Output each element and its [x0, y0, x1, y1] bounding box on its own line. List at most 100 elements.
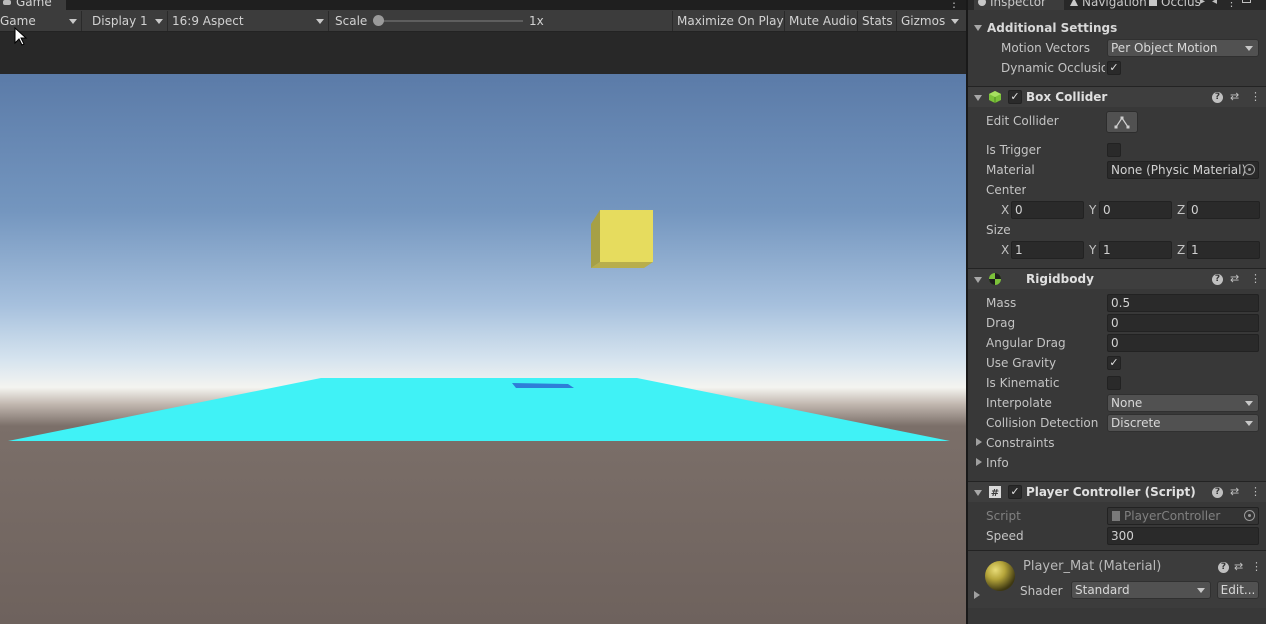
chevron-down-icon [69, 19, 77, 24]
foldout-open-icon [974, 490, 982, 496]
center-x-field[interactable]: 0 [1011, 201, 1084, 219]
object-picker-icon[interactable] [1244, 164, 1255, 175]
gizmos-chevron-icon[interactable] [951, 19, 959, 24]
presets-icon[interactable]: ⇄ [1230, 272, 1239, 286]
scale-label: Scale [335, 14, 368, 28]
scale-value: 1x [529, 14, 544, 28]
edit-collider-button[interactable] [1106, 111, 1138, 133]
use-gravity-checkbox[interactable]: ✓ [1107, 356, 1121, 370]
player-controller-header[interactable]: # ✓ Player Controller (Script) ? ⇄ ⋮ [968, 481, 1266, 502]
box-collider-enabled-checkbox[interactable]: ✓ [1008, 90, 1022, 104]
shader-dropdown[interactable]: Standard [1071, 581, 1211, 599]
material-preview-sphere [985, 561, 1015, 591]
angular-drag-field[interactable]: 0 [1107, 334, 1259, 352]
presets-icon[interactable]: ⇄ [1230, 485, 1239, 499]
material-label: Material [986, 163, 1035, 177]
presets-icon[interactable]: ⇄ [1230, 90, 1239, 104]
tab-scroll-right-icon[interactable]: ▸ [1200, 0, 1205, 7]
size-label-row: Size [968, 220, 1266, 240]
view-mode-dropdown[interactable]: Game [0, 11, 82, 31]
scale-slider-thumb[interactable] [373, 15, 384, 26]
mouse-cursor-icon [14, 27, 28, 46]
dynamic-occlusion-row: Dynamic Occlusion ✓ [968, 58, 1266, 78]
component-menu-icon[interactable]: ⋮ [1250, 485, 1261, 499]
drag-row: Drag 0 [968, 313, 1266, 333]
edit-collider-label: Edit Collider [986, 114, 1059, 128]
script-object-field[interactable]: PlayerController [1107, 507, 1259, 525]
box-collider-header[interactable]: ✓ Box Collider ? ⇄ ⋮ [968, 86, 1266, 107]
size-label: Size [986, 223, 1011, 237]
collision-detection-dropdown[interactable]: Discrete [1107, 414, 1259, 432]
foldout-closed-icon[interactable] [974, 591, 980, 599]
dynamic-occlusion-checkbox[interactable]: ✓ [1107, 61, 1121, 75]
size-y-field[interactable]: 1 [1099, 241, 1172, 259]
display-dropdown[interactable]: Display 1 [86, 11, 168, 31]
constraints-foldout[interactable]: Constraints [968, 433, 1266, 453]
is-trigger-checkbox[interactable] [1107, 143, 1121, 157]
component-menu-icon[interactable]: ⋮ [1250, 90, 1261, 104]
stats-button[interactable]: Stats [857, 11, 897, 31]
interpolate-dropdown[interactable]: None [1107, 394, 1259, 412]
drag-field[interactable]: 0 [1107, 314, 1259, 332]
maximize-icon[interactable] [1242, 0, 1251, 3]
interpolate-value: None [1111, 396, 1143, 410]
shader-edit-button[interactable]: Edit... [1217, 581, 1259, 599]
cube-front-face [600, 210, 653, 262]
object-picker-icon[interactable] [1244, 510, 1255, 521]
size-z-field[interactable]: 1 [1187, 241, 1260, 259]
additional-settings-foldout[interactable]: Additional Settings [968, 18, 1266, 38]
size-y-axis-label: Y [1089, 243, 1097, 257]
player-controller-enabled-checkbox[interactable]: ✓ [1008, 485, 1022, 499]
tab-navigation[interactable]: Navigation [1066, 0, 1146, 10]
box-collider-title: Box Collider [1026, 90, 1108, 104]
tab-game[interactable]: Game [0, 0, 66, 10]
script-row: Script PlayerController [968, 506, 1266, 526]
rigidbody-header[interactable]: Rigidbody ? ⇄ ⋮ [968, 268, 1266, 289]
scale-slider-track[interactable] [378, 20, 523, 22]
mute-audio-button[interactable]: Mute Audio [784, 11, 861, 31]
game-viewport[interactable] [0, 74, 966, 624]
help-icon[interactable]: ? [1212, 487, 1223, 498]
ground-plane [8, 378, 950, 441]
foldout-open-icon [974, 95, 982, 101]
maximize-on-play-button[interactable]: Maximize On Play [672, 11, 788, 31]
dynamic-occlusion-label: Dynamic Occlusion [1001, 61, 1105, 75]
cube-side-face [591, 210, 600, 268]
speed-field[interactable]: 300 [1107, 527, 1259, 545]
is-kinematic-label: Is Kinematic [986, 376, 1060, 390]
tab-scroll-left-icon[interactable]: ◂ [1212, 0, 1217, 7]
tab-occlusion[interactable]: Occlus [1145, 0, 1201, 10]
game-menu-icon[interactable]: ⋮ [948, 0, 960, 9]
chevron-down-icon [1245, 401, 1253, 406]
navigation-icon [1070, 0, 1078, 6]
gizmos-button[interactable]: Gizmos [896, 11, 949, 31]
material-object-field[interactable]: None (Physic Material) [1107, 161, 1259, 179]
aspect-label: 16:9 Aspect [172, 14, 244, 28]
center-y-field[interactable]: 0 [1099, 201, 1172, 219]
mass-row: Mass 0.5 [968, 293, 1266, 313]
info-foldout[interactable]: Info [968, 453, 1266, 473]
tab-inspector[interactable]: Inspector [974, 0, 1064, 10]
plane-surface [8, 378, 950, 441]
mass-field[interactable]: 0.5 [1107, 294, 1259, 312]
center-vector-row: X 0 Y 0 Z 0 [968, 200, 1266, 220]
help-icon[interactable]: ? [1212, 274, 1223, 285]
help-icon[interactable]: ? [1212, 92, 1223, 103]
game-tab-bar: Game ⋮ [0, 0, 966, 10]
foldout-closed-icon [976, 458, 982, 466]
aspect-dropdown[interactable]: 16:9 Aspect [169, 11, 329, 31]
component-menu-icon[interactable]: ⋮ [1251, 560, 1262, 574]
motion-vectors-dropdown[interactable]: Per Object Motion [1107, 39, 1259, 57]
panel-menu-icon[interactable]: ⋮ [1226, 0, 1237, 8]
size-x-field[interactable]: 1 [1011, 241, 1084, 259]
use-gravity-label: Use Gravity [986, 356, 1057, 370]
presets-icon[interactable]: ⇄ [1234, 560, 1243, 574]
center-z-field[interactable]: 0 [1187, 201, 1260, 219]
help-icon[interactable]: ? [1218, 562, 1229, 573]
edit-collider-row: Edit Collider [968, 111, 1266, 135]
center-y-axis-label: Y [1089, 203, 1097, 217]
is-kinematic-row: Is Kinematic [968, 373, 1266, 393]
is-kinematic-checkbox[interactable] [1107, 376, 1121, 390]
component-menu-icon[interactable]: ⋮ [1250, 272, 1261, 286]
viewport-letterbox [0, 33, 966, 74]
